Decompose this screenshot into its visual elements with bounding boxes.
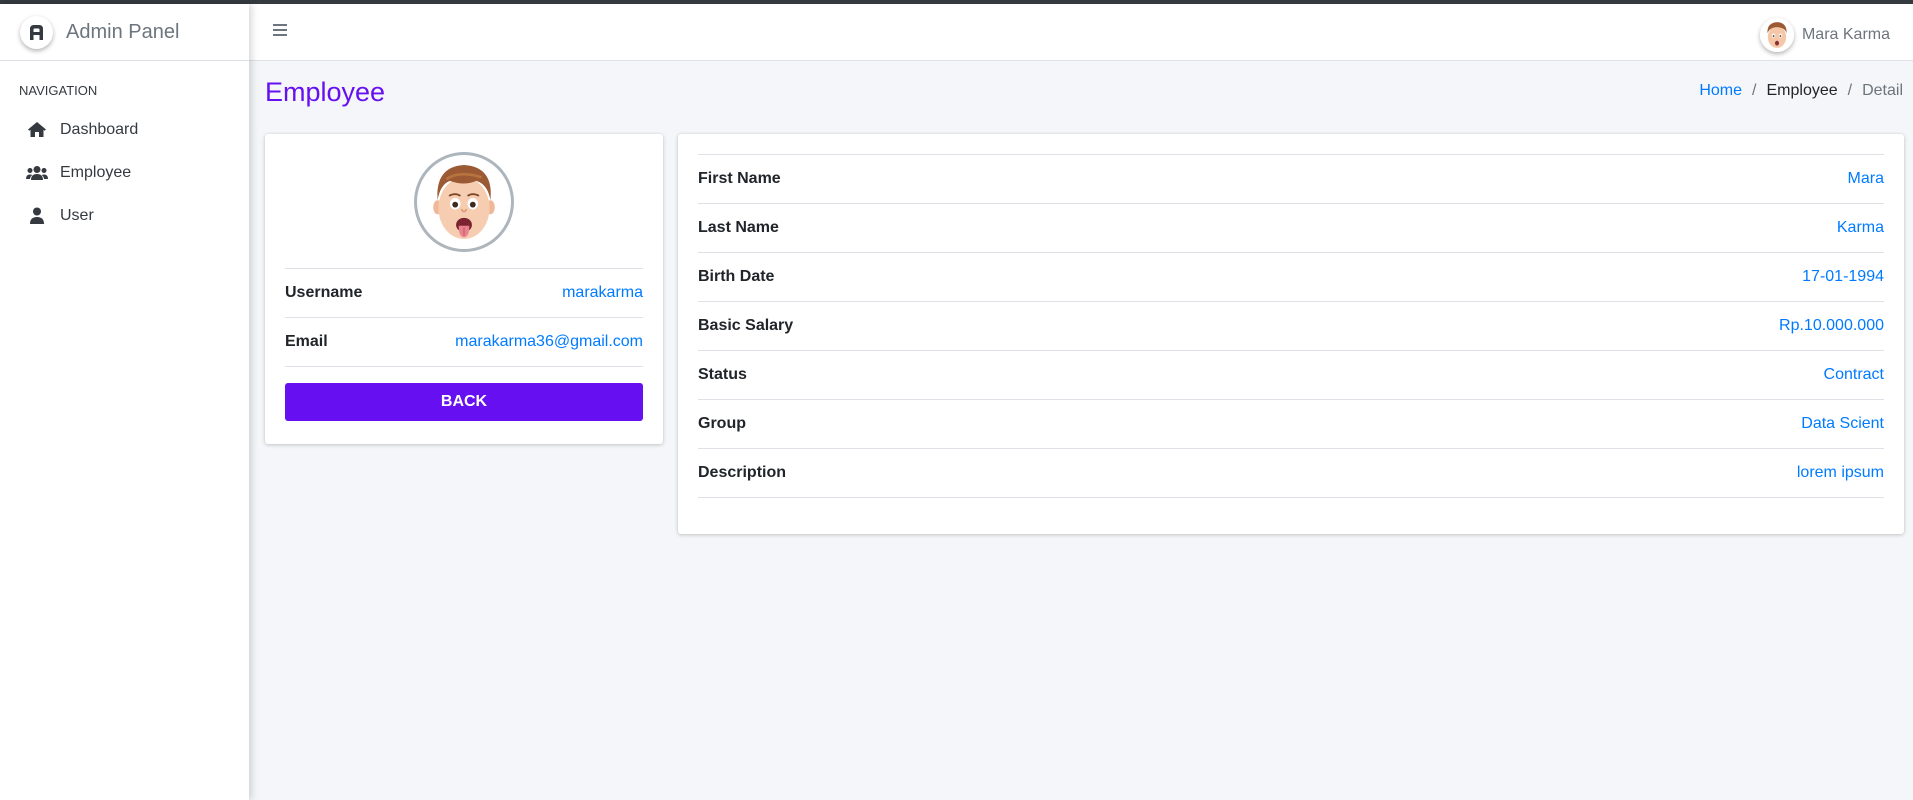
- sidebar-item-label: User: [60, 206, 94, 224]
- username-label: Username: [285, 284, 363, 301]
- email-value: marakarma36@gmail.com: [455, 333, 643, 350]
- list-item: Status Contract: [698, 351, 1884, 400]
- sidebar-item-label: Employee: [60, 163, 132, 181]
- list-item: Birth Date 17-01-1994: [698, 253, 1884, 302]
- birth-date-value: 17-01-1994: [1802, 268, 1884, 285]
- first-name-value: Mara: [1847, 170, 1884, 187]
- user-name: Mara Karma: [1801, 26, 1890, 43]
- brand-text: Admin Panel: [66, 20, 180, 43]
- nav-header: NAVIGATION: [19, 83, 98, 98]
- last-name-label: Last Name: [698, 219, 779, 236]
- users-icon: [26, 163, 48, 183]
- breadcrumb: Home / Employee / Detail: [1699, 82, 1903, 100]
- home-icon: [26, 120, 48, 140]
- sidebar-item-dashboard[interactable]: Dashboard: [0, 108, 249, 151]
- profile-card: Username marakarma Email marakarma36@gma…: [265, 134, 663, 444]
- list-item: Group Data Scient: [698, 400, 1884, 449]
- admin-logo-icon: [20, 15, 53, 49]
- profile-image: [414, 152, 514, 252]
- list-item: Basic Salary Rp.10.000.000: [698, 302, 1884, 351]
- hamburger-icon[interactable]: [273, 24, 289, 38]
- email-label: Email: [285, 333, 328, 350]
- group-value: Data Scient: [1801, 415, 1884, 432]
- birth-date-label: Birth Date: [698, 268, 775, 285]
- username-value: marakarma: [562, 284, 643, 301]
- description-label: Description: [698, 464, 787, 481]
- basic-salary-value: Rp.10.000.000: [1779, 317, 1884, 334]
- profile-image-wrapper: [285, 152, 643, 252]
- status-value: Contract: [1823, 366, 1884, 383]
- group-label: Group: [698, 415, 746, 432]
- breadcrumb-employee[interactable]: Employee: [1766, 82, 1837, 100]
- description-value: lorem ipsum: [1796, 464, 1884, 481]
- user-menu[interactable]: Mara Karma: [1759, 18, 1890, 52]
- breadcrumb-separator: /: [1847, 82, 1853, 99]
- top-navbar: Mara Karma: [249, 4, 1913, 61]
- sidebar-item-user[interactable]: User: [0, 194, 249, 237]
- status-label: Status: [698, 366, 747, 383]
- basic-salary-label: Basic Salary: [698, 317, 794, 334]
- user-icon: [26, 206, 48, 226]
- first-name-label: First Name: [698, 170, 781, 187]
- sidebar-item-employee[interactable]: Employee: [0, 151, 249, 194]
- list-item: Email marakarma36@gmail.com: [285, 318, 643, 367]
- list-item: Description lorem ipsum: [698, 449, 1884, 498]
- detail-card: First Name Mara Last Name Karma Birth Da…: [678, 134, 1904, 534]
- breadcrumb-home[interactable]: Home: [1699, 82, 1742, 100]
- brand-link[interactable]: Admin Panel: [0, 4, 249, 61]
- profile-info-list: Username marakarma Email marakarma36@gma…: [285, 268, 643, 367]
- back-button[interactable]: BACK: [285, 383, 643, 421]
- breadcrumb-detail: Detail: [1862, 82, 1903, 99]
- employee-detail-list: First Name Mara Last Name Karma Birth Da…: [698, 154, 1884, 498]
- page-title: Employee: [265, 77, 386, 107]
- sidebar: Admin Panel NAVIGATION Dashboard Employe…: [0, 4, 249, 800]
- avatar: [1759, 18, 1794, 52]
- list-item: Username marakarma: [285, 269, 643, 318]
- list-item: First Name Mara: [698, 155, 1884, 204]
- last-name-value: Karma: [1836, 219, 1884, 236]
- list-item: Last Name Karma: [698, 204, 1884, 253]
- sidebar-item-label: Dashboard: [60, 120, 139, 138]
- breadcrumb-separator: /: [1752, 82, 1757, 99]
